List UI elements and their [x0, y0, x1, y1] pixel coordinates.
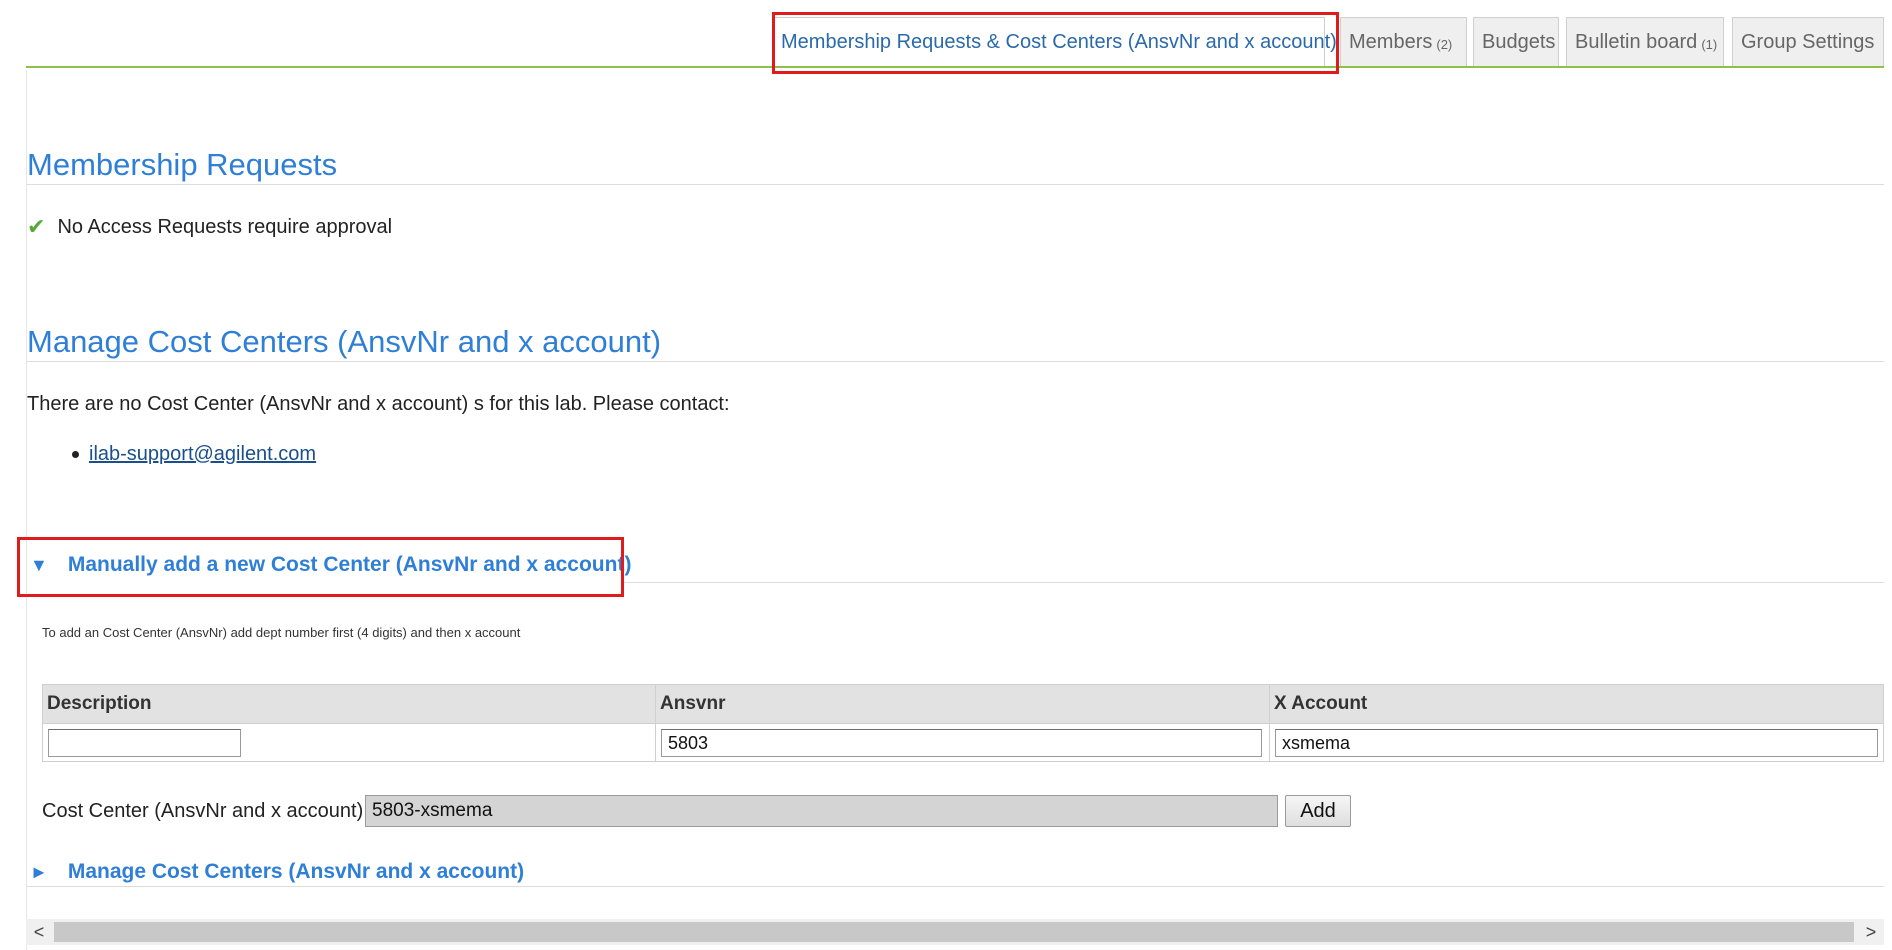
manage-cost-centers-toggle[interactable]: ► Manage Cost Centers (AnsvNr and x acco…	[30, 860, 524, 884]
scroll-right-icon[interactable]: >	[1858, 919, 1884, 945]
add-hint-text: To add an Cost Center (AnsvNr) add dept …	[42, 625, 521, 640]
cost-center-result-field[interactable]	[365, 795, 1278, 827]
check-icon: ✔	[27, 214, 46, 239]
scrollbar-thumb[interactable]	[54, 922, 1854, 942]
tab-budgets[interactable]: Budgets	[1473, 17, 1559, 67]
column-header-x-account: X Account	[1274, 693, 1368, 714]
column-header-ansvnr: Ansvnr	[660, 693, 726, 714]
highlight-box-manual-add	[17, 537, 624, 597]
cost-center-form-table: Description Ansvnr X Account	[42, 684, 1884, 762]
notice-text: No Access Requests require approval	[57, 215, 393, 238]
column-divider	[1269, 685, 1270, 761]
section-divider	[27, 886, 1884, 887]
manage-cost-centers-heading: Manage Cost Centers (AnsvNr and x accoun…	[27, 324, 662, 359]
section-divider	[624, 582, 1884, 583]
page-left-border	[26, 70, 27, 950]
contact-list-item: ilab-support@agilent.com	[72, 443, 316, 466]
add-cost-center-button[interactable]: Add	[1285, 795, 1351, 827]
access-requests-notice: ✔ No Access Requests require approval	[27, 214, 392, 240]
tab-label: Members	[1349, 31, 1433, 53]
cost-center-result-label: Cost Center (AnsvNr and x account) :	[42, 800, 375, 822]
membership-requests-heading: Membership Requests	[27, 147, 338, 182]
tab-count: (1)	[1701, 37, 1718, 52]
triangle-right-icon: ►	[30, 861, 48, 882]
column-header-description: Description	[47, 693, 152, 714]
tab-group-settings[interactable]: Group Settings	[1732, 17, 1884, 67]
x-account-input[interactable]	[1275, 729, 1878, 757]
tab-label: Bulletin board	[1575, 31, 1698, 53]
tab-label: Budgets	[1482, 31, 1556, 53]
column-divider	[655, 685, 656, 761]
heading-divider	[27, 361, 1884, 362]
tab-bulletin-board[interactable]: Bulletin board (1)	[1566, 17, 1724, 67]
scroll-left-icon[interactable]: <	[26, 919, 52, 945]
description-input[interactable]	[48, 729, 241, 757]
bullet-dot	[72, 451, 79, 458]
tab-label: Group Settings	[1741, 31, 1875, 53]
highlight-box-active-tab	[772, 12, 1339, 74]
tab-count: (2)	[1436, 37, 1453, 52]
manage-cost-centers-label: Manage Cost Centers (AnsvNr and x accoun…	[67, 860, 525, 883]
horizontal-scrollbar[interactable]: < >	[26, 919, 1884, 945]
heading-divider	[27, 184, 1884, 185]
no-cost-centers-message: There are no Cost Center (AnsvNr and x a…	[27, 393, 730, 415]
table-header-row	[43, 685, 1883, 724]
tab-members[interactable]: Members (2)	[1340, 17, 1467, 67]
support-email-link[interactable]: ilab-support@agilent.com	[89, 443, 316, 466]
ansvnr-input[interactable]	[661, 729, 1262, 757]
